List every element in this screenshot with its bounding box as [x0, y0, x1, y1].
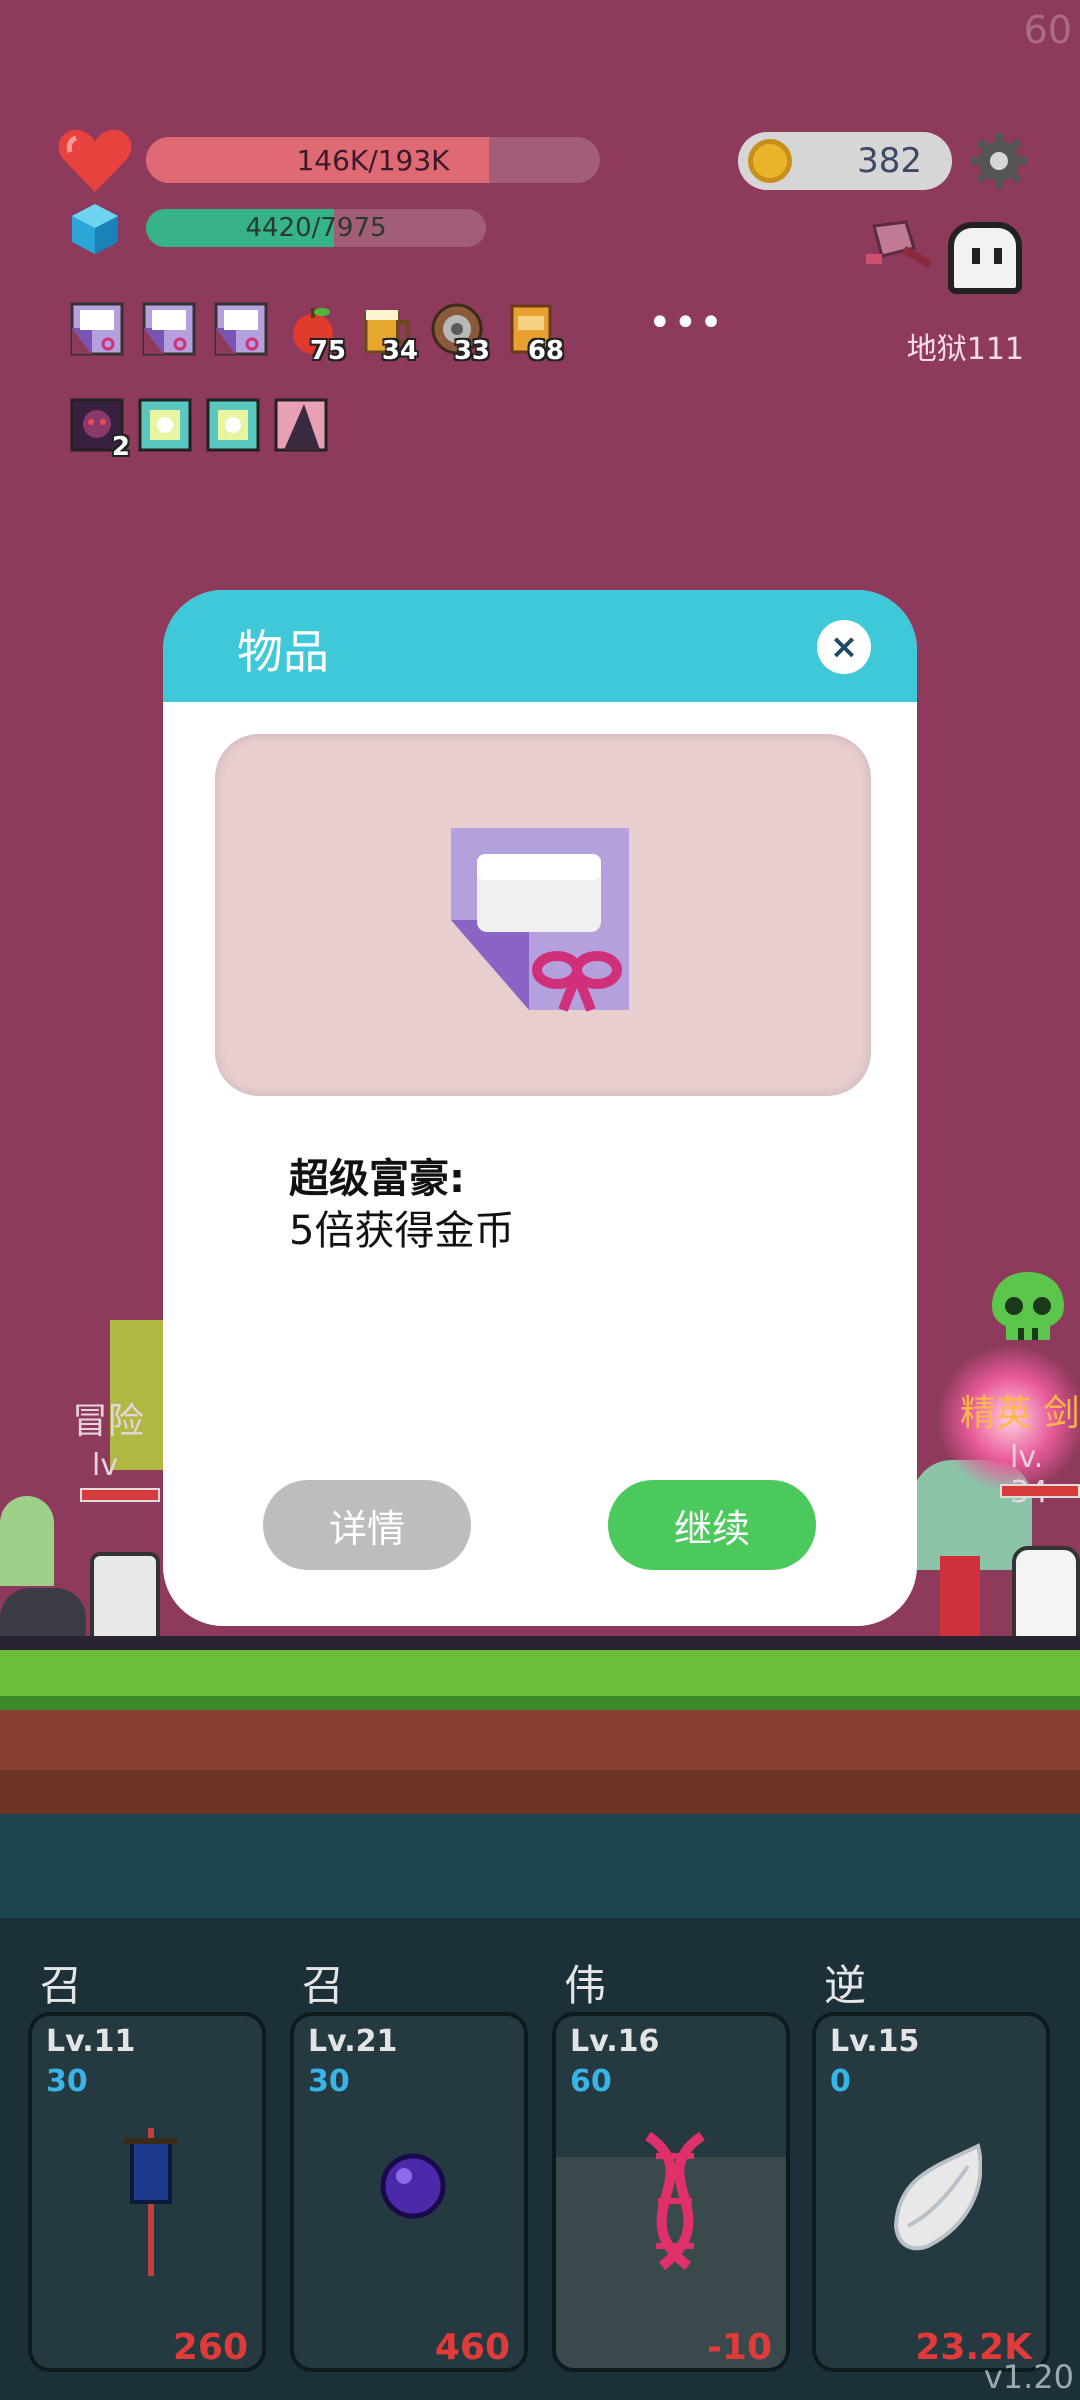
coin-counter: 382	[738, 132, 952, 190]
skill-value: -10	[706, 2327, 772, 2368]
inventory-slot[interactable]	[70, 302, 124, 356]
skill-card[interactable]: Lv.11 30 260	[28, 2012, 266, 2372]
ally-level: lv	[92, 1448, 119, 1483]
skull-icon	[992, 1272, 1064, 1340]
heart-icon	[58, 129, 132, 192]
skill-cost: 60	[570, 2064, 612, 2099]
gift-card-icon	[142, 302, 196, 360]
inventory-count: 75	[309, 336, 346, 366]
grass-edge	[0, 1696, 1080, 1710]
gem-icon	[72, 204, 118, 254]
gift-card-icon	[214, 302, 268, 360]
skill-level: Lv.15	[830, 2024, 920, 2059]
cleaver-icon[interactable]	[862, 218, 940, 278]
crystal-tile-icon	[206, 398, 260, 456]
ghost-icon[interactable]	[948, 222, 1022, 294]
shadow-portrait-icon	[274, 398, 328, 456]
skill-card[interactable]: Lv.16 60 -10	[552, 2012, 790, 2372]
skill-value: 260	[172, 2327, 248, 2368]
dirt-layer	[0, 1710, 1080, 1770]
item-description: 5倍获得金币	[289, 1208, 515, 1254]
skill-level: Lv.16	[570, 2024, 660, 2059]
buff-slot[interactable]	[206, 398, 260, 452]
mp-text: 4420/7975	[245, 213, 387, 243]
enemy-ghost-sprite	[1012, 1546, 1080, 1650]
enemy-name: 精英 剑	[960, 1393, 1080, 1434]
buff-slot[interactable]	[138, 398, 192, 452]
close-button[interactable]: ×	[817, 620, 871, 674]
buff-count: 2	[111, 432, 130, 462]
dirt-layer-deep	[0, 1770, 1080, 1814]
gear-icon[interactable]	[970, 132, 1028, 190]
close-icon: ×	[829, 627, 859, 667]
skill-value: 460	[434, 2327, 510, 2368]
crystal-tile-icon	[138, 398, 192, 456]
version-label: v1.20	[983, 2358, 1074, 2396]
inventory-slot[interactable]: 34	[358, 302, 418, 366]
banner-icon	[104, 2126, 198, 2278]
skill-level: Lv.11	[46, 2024, 136, 2059]
hp-bar: 146K/193K	[146, 137, 600, 183]
enemy-level: lv. 34	[1010, 1440, 1048, 1510]
inventory-slot[interactable]: 68	[504, 302, 564, 366]
item-name: 超级富豪:	[289, 1156, 465, 1202]
gift-card-icon	[451, 828, 629, 1012]
inventory-slot[interactable]: 33	[430, 302, 490, 366]
item-dialog: 物品 × 超级富豪: 5倍获得金币 详情 继续	[163, 590, 917, 1626]
inventory-count: 68	[527, 336, 564, 366]
enemy-hp-bar	[1000, 1484, 1080, 1498]
coin-icon	[748, 139, 792, 183]
wing-icon	[888, 2126, 983, 2276]
skill-cost: 30	[308, 2064, 350, 2099]
inventory-count: 33	[453, 336, 490, 366]
details-button[interactable]: 详情	[263, 1480, 471, 1570]
hp-text: 146K/193K	[296, 143, 450, 177]
ally-hp-bar	[80, 1488, 160, 1502]
buff-slot[interactable]	[274, 398, 328, 452]
skill-cost: 0	[830, 2064, 851, 2099]
coin-value: 382	[857, 141, 922, 181]
continue-button[interactable]: 继续	[608, 1480, 816, 1570]
ally-name: 冒险	[72, 1401, 145, 1442]
inventory-count: 34	[381, 336, 418, 366]
skill-card[interactable]: Lv.21 30 460	[290, 2012, 528, 2372]
bush	[0, 1496, 54, 1586]
inventory-slot[interactable]: 75	[286, 302, 346, 366]
more-icon[interactable]: •••	[648, 300, 725, 346]
skill-level: Lv.21	[308, 2024, 398, 2059]
skill-cost: 30	[46, 2064, 88, 2099]
inventory-slot[interactable]	[142, 302, 196, 356]
grass-ground	[0, 1650, 1080, 1696]
mp-bar: 4420/7975	[146, 209, 486, 247]
buff-slot[interactable]: 2	[70, 398, 130, 462]
inventory-slot[interactable]	[214, 302, 268, 356]
stage-label: 地狱111	[906, 332, 1024, 367]
purple-orb-icon	[366, 2126, 460, 2276]
gift-card-icon	[70, 302, 124, 360]
dna-icon	[628, 2126, 722, 2276]
skill-card[interactable]: Lv.15 0 23.2K	[812, 2012, 1050, 2372]
item-preview	[215, 734, 871, 1096]
dialog-title: 物品	[237, 625, 329, 679]
fps-counter: 60	[1023, 8, 1072, 52]
